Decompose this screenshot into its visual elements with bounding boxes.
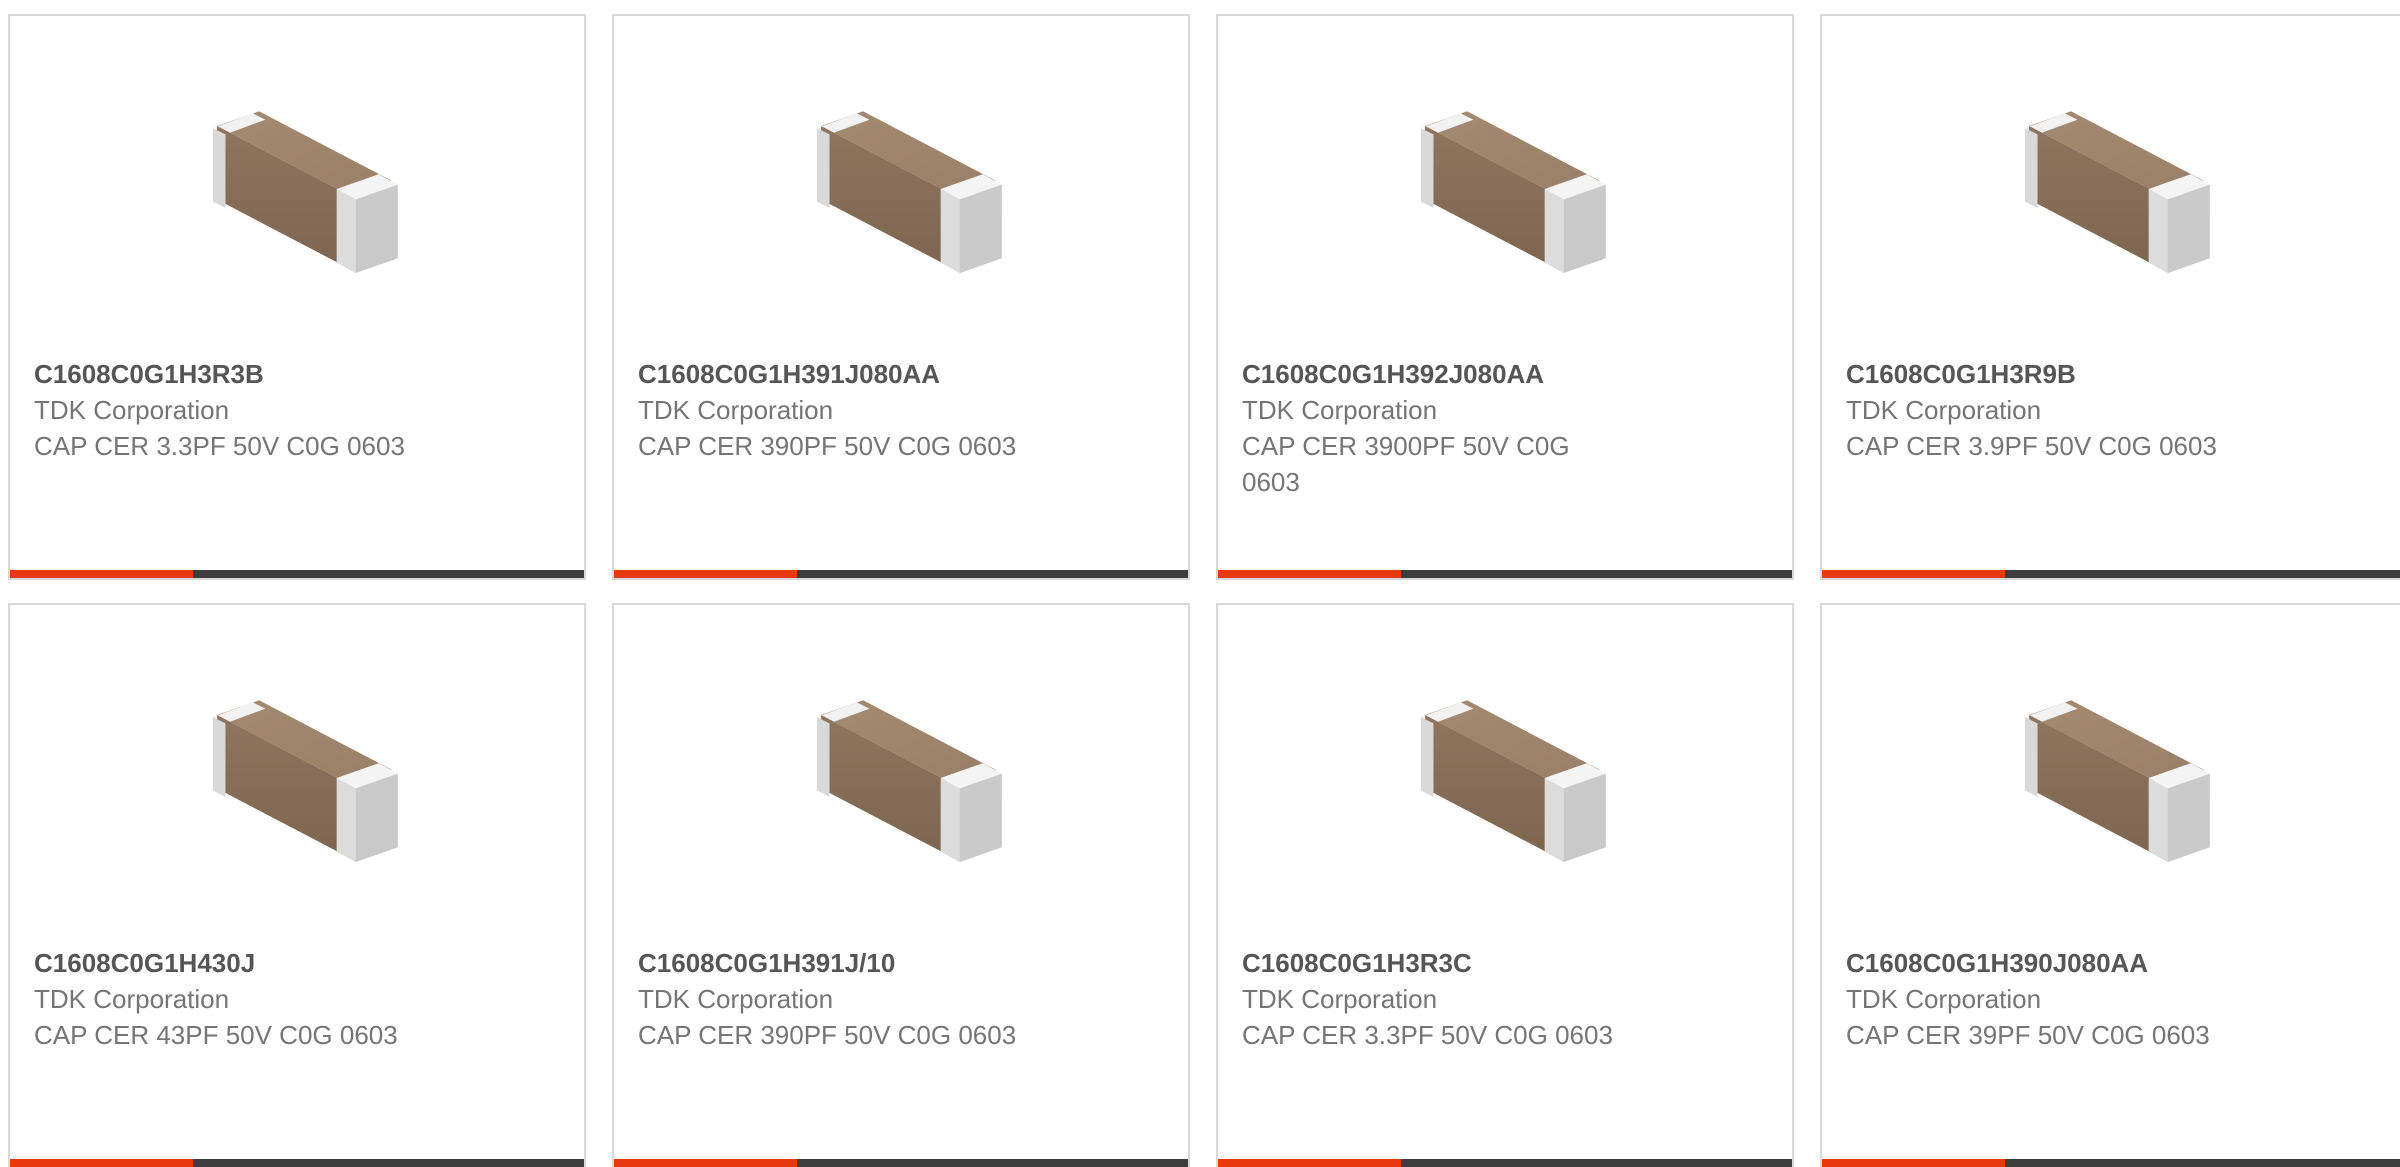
card-accent-bar xyxy=(614,1159,797,1167)
part-number[interactable]: C1608C0G1H390J080AA xyxy=(1846,945,2326,981)
part-number[interactable]: C1608C0G1H392J080AA xyxy=(1242,356,1612,392)
product-grid: C1608C0G1H3R3B TDK Corporation CAP CER 3… xyxy=(0,0,2400,1167)
card-accent-bar xyxy=(1822,1159,2005,1167)
card-footer-bar xyxy=(10,570,584,578)
product-card[interactable]: C1608C0G1H391J080AA TDK Corporation CAP … xyxy=(612,14,1190,580)
capacitor-chip-icon xyxy=(798,84,1008,294)
product-description: CAP CER 3.3PF 50V C0G 0603 xyxy=(34,431,405,461)
product-description: CAP CER 390PF 50V C0G 0603 xyxy=(638,431,1017,461)
card-footer-bar xyxy=(614,570,1188,578)
card-accent-bar xyxy=(614,570,797,578)
card-footer-bar xyxy=(614,1159,1188,1167)
manufacturer-name: TDK Corporation xyxy=(1846,395,2042,425)
product-card[interactable]: C1608C0G1H3R3C TDK Corporation CAP CER 3… xyxy=(1216,603,1794,1167)
manufacturer-name: TDK Corporation xyxy=(1242,984,1438,1014)
product-description: CAP CER 3.9PF 50V C0G 0603 xyxy=(1846,431,2217,461)
product-card[interactable]: C1608C0G1H390J080AA TDK Corporation CAP … xyxy=(1820,603,2400,1167)
product-card[interactable]: C1608C0G1H3R9B TDK Corporation CAP CER 3… xyxy=(1820,14,2400,580)
card-accent-bar xyxy=(10,570,193,578)
product-description: CAP CER 390PF 50V C0G 0603 xyxy=(638,1020,1017,1050)
manufacturer-name: TDK Corporation xyxy=(1242,395,1438,425)
product-card[interactable]: C1608C0G1H392J080AA TDK Corporation CAP … xyxy=(1216,14,1794,580)
card-accent-bar xyxy=(1218,570,1401,578)
capacitor-chip-icon xyxy=(1402,84,1612,294)
card-accent-bar xyxy=(10,1159,193,1167)
capacitor-chip-icon xyxy=(1402,673,1612,883)
manufacturer-name: TDK Corporation xyxy=(34,395,230,425)
card-accent-bar xyxy=(1218,1159,1401,1167)
manufacturer-name: TDK Corporation xyxy=(638,984,834,1014)
product-description: CAP CER 3900PF 50V C0G 0603 xyxy=(1242,431,1570,497)
product-card[interactable]: C1608C0G1H3R3B TDK Corporation CAP CER 3… xyxy=(8,14,586,580)
card-footer-bar xyxy=(1218,570,1792,578)
part-number[interactable]: C1608C0G1H391J/10 xyxy=(638,945,1118,981)
part-number[interactable]: C1608C0G1H391J080AA xyxy=(638,356,1118,392)
part-number[interactable]: C1608C0G1H3R9B xyxy=(1846,356,2326,392)
card-accent-bar xyxy=(1822,570,2005,578)
capacitor-chip-icon xyxy=(2006,673,2216,883)
part-number[interactable]: C1608C0G1H3R3B xyxy=(34,356,514,392)
product-description: CAP CER 3.3PF 50V C0G 0603 xyxy=(1242,1020,1613,1050)
part-number[interactable]: C1608C0G1H430J xyxy=(34,945,514,981)
product-card[interactable]: C1608C0G1H430J TDK Corporation CAP CER 4… xyxy=(8,603,586,1167)
capacitor-chip-icon xyxy=(194,673,404,883)
capacitor-chip-icon xyxy=(798,673,1008,883)
product-description: CAP CER 39PF 50V C0G 0603 xyxy=(1846,1020,2210,1050)
capacitor-chip-icon xyxy=(194,84,404,294)
card-footer-bar xyxy=(1218,1159,1792,1167)
product-description: CAP CER 43PF 50V C0G 0603 xyxy=(34,1020,398,1050)
manufacturer-name: TDK Corporation xyxy=(638,395,834,425)
card-footer-bar xyxy=(1822,570,2400,578)
product-card[interactable]: C1608C0G1H391J/10 TDK Corporation CAP CE… xyxy=(612,603,1190,1167)
card-footer-bar xyxy=(1822,1159,2400,1167)
card-footer-bar xyxy=(10,1159,584,1167)
manufacturer-name: TDK Corporation xyxy=(1846,984,2042,1014)
manufacturer-name: TDK Corporation xyxy=(34,984,230,1014)
capacitor-chip-icon xyxy=(2006,84,2216,294)
part-number[interactable]: C1608C0G1H3R3C xyxy=(1242,945,1722,981)
